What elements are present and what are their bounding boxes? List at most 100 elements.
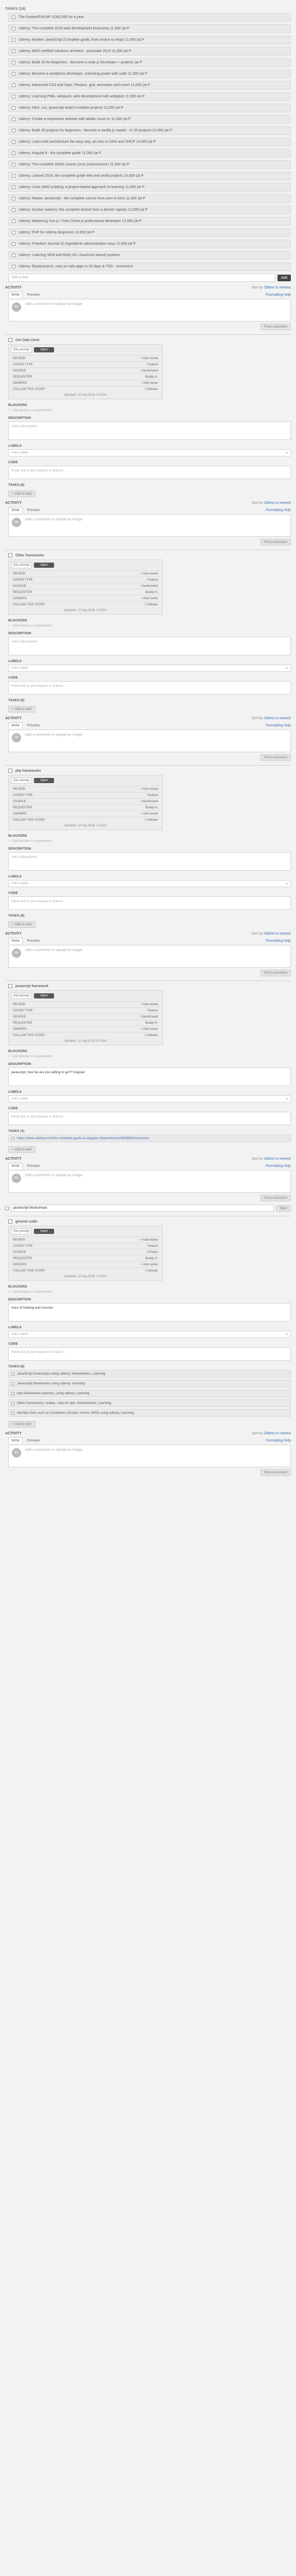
labels-select[interactable]: Add a label ▾ bbox=[8, 880, 291, 887]
story-title[interactable]: general coder bbox=[15, 1220, 38, 1224]
tab-preview[interactable]: Preview bbox=[27, 509, 40, 512]
subtask-item[interactable]: devOps tools such as Containers (Docker,… bbox=[8, 1409, 291, 1417]
checkbox-icon[interactable] bbox=[12, 197, 15, 200]
checkbox-icon[interactable] bbox=[12, 163, 15, 166]
meta-value[interactable]: + Add owner bbox=[62, 382, 160, 385]
meta-value[interactable]: + Add owner bbox=[62, 1028, 160, 1031]
add-subtask-button[interactable]: + Add a task bbox=[8, 706, 36, 713]
meta-value[interactable]: 1 follower bbox=[62, 819, 160, 822]
task-item[interactable]: Udemy: Learn web architecture the easy w… bbox=[8, 138, 291, 146]
meta-value[interactable]: Unestimated bbox=[62, 585, 160, 588]
tab-preview[interactable]: Preview bbox=[27, 1439, 40, 1443]
meta-row[interactable]: OWNERS + Add owner bbox=[11, 595, 160, 601]
meta-value[interactable]: 1 follower bbox=[62, 603, 160, 606]
checkbox-icon[interactable] bbox=[12, 208, 15, 212]
labels-select[interactable]: Add a label ▾ bbox=[8, 665, 291, 672]
description-field[interactable]: rises of training and courses bbox=[8, 1303, 291, 1321]
meta-row[interactable]: OWNERS + Add owner bbox=[11, 1261, 160, 1267]
meta-row[interactable]: FOLLOW THIS STORY 1 follower bbox=[11, 386, 160, 392]
task-item[interactable]: Udemy: Master JavaScript - the complete … bbox=[8, 194, 291, 203]
meta-value[interactable]: Buddy H. bbox=[62, 1022, 160, 1025]
checkbox-icon[interactable] bbox=[8, 769, 12, 773]
open-button[interactable]: Open bbox=[34, 993, 55, 998]
checkbox-icon[interactable] bbox=[12, 253, 15, 257]
meta-row[interactable]: SOURCE Unestimated bbox=[11, 583, 160, 589]
checkbox-icon[interactable] bbox=[11, 1372, 14, 1376]
checkbox-icon[interactable] bbox=[12, 95, 15, 98]
priority-select[interactable]: (No priority) bbox=[11, 777, 32, 784]
priority-select[interactable]: (No priority) bbox=[11, 993, 32, 999]
meta-value[interactable]: Feature bbox=[62, 1009, 160, 1012]
meta-row[interactable]: FOLLOW THIS STORY 1 follower bbox=[11, 1267, 160, 1274]
comment-input[interactable]: BB Add a comment or upload an image bbox=[8, 1170, 291, 1193]
meta-row[interactable]: FOLLOW THIS STORY 1 follower bbox=[11, 1032, 160, 1038]
meta-row[interactable]: REVIEW + Add review bbox=[11, 786, 160, 792]
checkbox-icon[interactable] bbox=[12, 242, 15, 246]
meta-row[interactable]: FOLLOW THIS STORY 1 follower bbox=[11, 601, 160, 607]
comment-input[interactable]: BB Add a comment or upload an image bbox=[8, 945, 291, 968]
meta-value[interactable]: 1 follower bbox=[62, 1269, 160, 1273]
labels-select[interactable]: Add a label ▾ bbox=[8, 1331, 291, 1338]
post-comment-button[interactable]: Post comment bbox=[260, 324, 291, 330]
checkbox-icon[interactable] bbox=[12, 38, 15, 42]
meta-value[interactable]: + Add owner bbox=[62, 597, 160, 600]
code-field[interactable]: Paste link to pull request or branch... bbox=[8, 1347, 291, 1361]
task-item[interactable]: Udemy: The complete SASS course (scss pr… bbox=[8, 160, 291, 169]
description-field[interactable]: Add a description bbox=[8, 421, 291, 440]
search-button[interactable]: Start bbox=[276, 1205, 291, 1212]
meta-value[interactable]: 1 follower bbox=[62, 1034, 160, 1037]
sort-select[interactable]: Oldest to newest bbox=[264, 717, 291, 720]
blockers-row[interactable]: + Add blocker or impediment bbox=[8, 1290, 291, 1294]
checkbox-icon[interactable] bbox=[12, 231, 15, 234]
tab-preview[interactable]: Preview bbox=[27, 724, 40, 727]
checkbox-icon[interactable] bbox=[12, 185, 15, 189]
meta-value[interactable]: 3 Points bbox=[62, 1251, 160, 1254]
meta-row[interactable]: REVIEW + Add review bbox=[11, 1236, 160, 1243]
task-item[interactable]: Udemy: Learning PWA, webpack, web develo… bbox=[8, 92, 291, 101]
meta-value[interactable]: Feature bbox=[62, 363, 160, 366]
task-item[interactable]: Udemy: Docker mastery: the complete tool… bbox=[8, 206, 291, 214]
meta-value[interactable]: Buddy H. bbox=[62, 591, 160, 594]
checkbox-icon[interactable] bbox=[11, 1392, 14, 1395]
sort-select[interactable]: Oldest to newest bbox=[264, 286, 291, 290]
meta-row[interactable]: SOURCE Unestimated bbox=[11, 367, 160, 374]
checkbox-icon[interactable] bbox=[8, 553, 12, 557]
sort-select[interactable]: Oldest to newest bbox=[264, 1157, 291, 1161]
task-item[interactable]: Udemy: AWS certified solutions architect… bbox=[8, 47, 291, 56]
subtask-item[interactable]: Other frameworks, nodejs, ruby on rails,… bbox=[8, 1399, 291, 1407]
tab-preview[interactable]: Preview bbox=[27, 939, 40, 943]
meta-value[interactable]: Feature bbox=[62, 579, 160, 582]
meta-value[interactable]: Buddy H. bbox=[62, 376, 160, 379]
post-comment-button[interactable]: Post comment bbox=[260, 539, 291, 546]
sort-select[interactable]: Oldest to newest bbox=[264, 1432, 291, 1435]
code-field[interactable]: Paste link to pull request or branch... bbox=[8, 896, 291, 910]
add-task-button[interactable]: Add bbox=[277, 274, 291, 281]
checkbox-icon[interactable] bbox=[12, 61, 15, 64]
blockers-row[interactable]: + Add blocker or impediment bbox=[8, 1055, 291, 1058]
task-item[interactable]: Udemy: Angular 8 - the complete guide 11… bbox=[8, 149, 291, 158]
meta-row[interactable]: SOURCE 3 Points bbox=[11, 1249, 160, 1255]
checkbox-icon[interactable] bbox=[12, 174, 15, 178]
priority-select[interactable]: (No priority) bbox=[11, 562, 32, 568]
checkbox-icon[interactable] bbox=[12, 265, 15, 268]
checkbox-icon[interactable] bbox=[12, 83, 15, 87]
meta-row[interactable]: FOLLOW THIS STORY 1 follower bbox=[11, 817, 160, 823]
formatting-help-link[interactable]: Formatting help bbox=[266, 939, 291, 943]
checkbox-icon[interactable] bbox=[8, 1219, 12, 1224]
comment-input[interactable]: BB Add a comment or upload an image bbox=[8, 299, 291, 321]
checkbox-icon[interactable] bbox=[12, 15, 15, 19]
story-title[interactable]: php frameworks bbox=[15, 769, 41, 773]
task-item[interactable]: Udemy: Become a wordpress developer: unl… bbox=[8, 70, 291, 78]
task-item[interactable]: Udemy: Modern JavaScript (Complete guide… bbox=[8, 36, 291, 44]
task-item[interactable]: Udemy: PHP for Udemy beginners 12,000 (a… bbox=[8, 228, 291, 237]
subtask-item[interactable]: php frameworks (laravel), using udemy, L… bbox=[8, 1389, 291, 1397]
blockers-row[interactable]: + Add blocker or impediment bbox=[8, 624, 291, 628]
sort-select[interactable]: Oldest to newest bbox=[264, 501, 291, 505]
meta-row[interactable]: COVER TYPE Feature bbox=[11, 792, 160, 798]
post-comment-button[interactable]: Post comment bbox=[260, 1195, 291, 1201]
task-item[interactable]: Udemy: Create a responsive website with … bbox=[8, 115, 291, 124]
checkbox-icon[interactable] bbox=[12, 219, 15, 223]
description-field[interactable]: javascript, how far are you willing to g… bbox=[8, 1067, 291, 1086]
meta-value[interactable]: Buddy H. bbox=[62, 806, 160, 809]
story-title[interactable]: Other frameworks bbox=[15, 554, 44, 557]
